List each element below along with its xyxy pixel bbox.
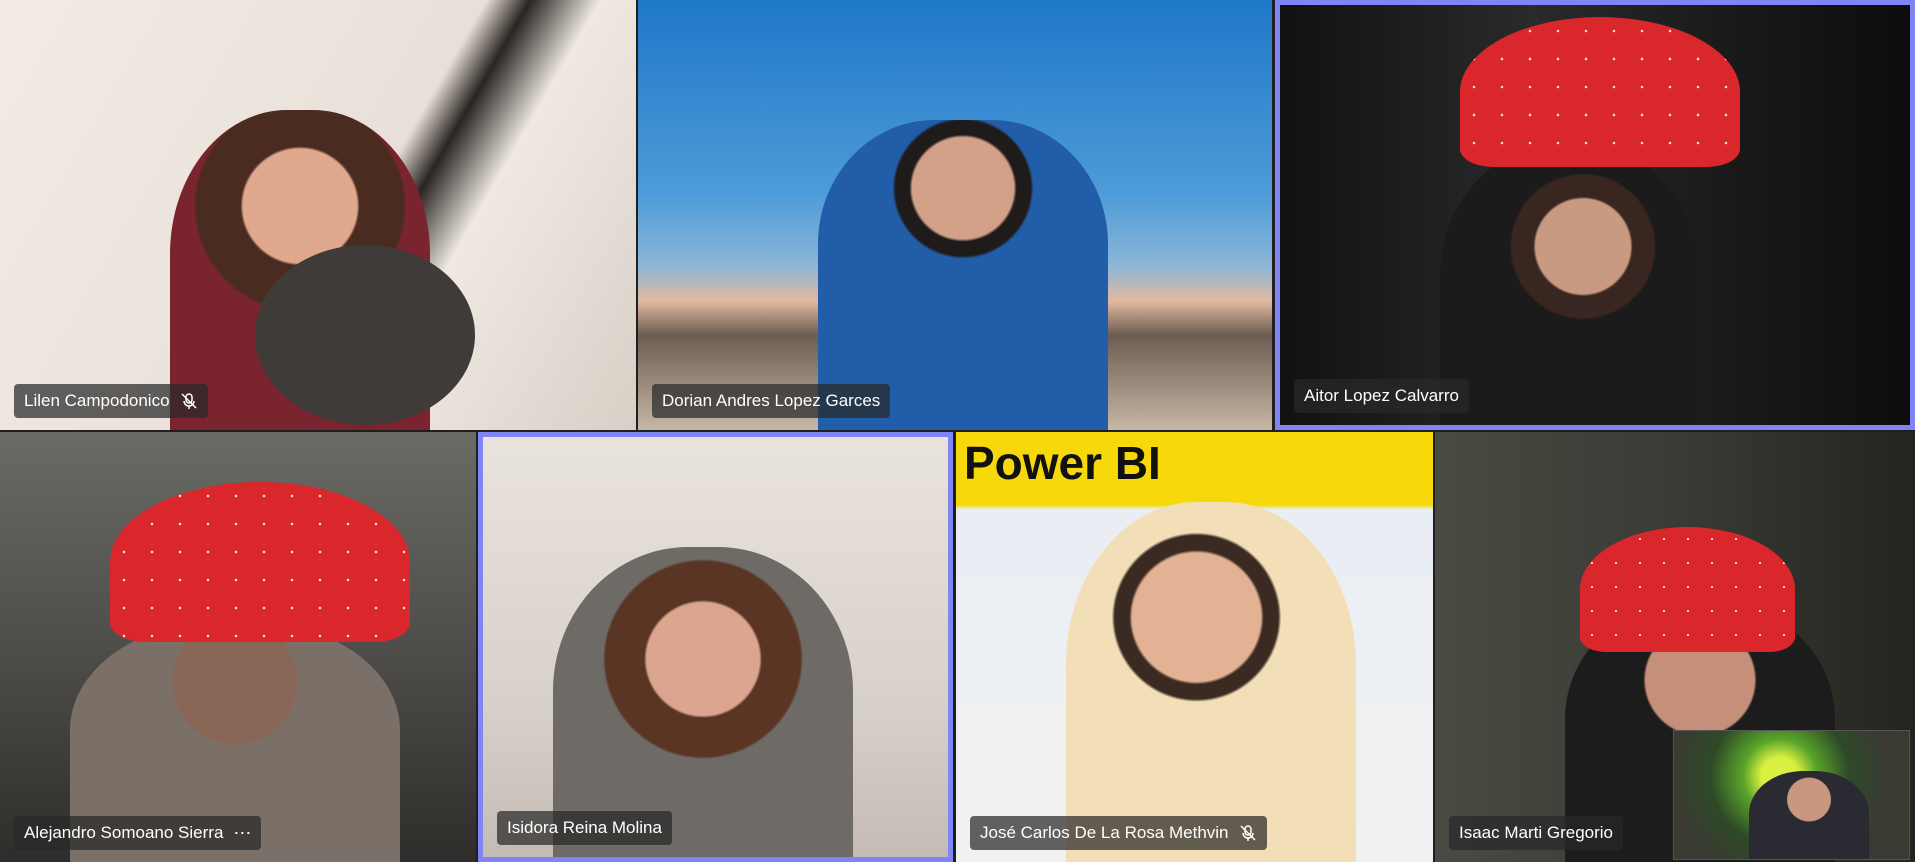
mushroom-hat-effect <box>110 482 410 642</box>
video-tile-isidora[interactable]: Isidora Reina Molina <box>478 432 953 862</box>
mic-off-icon <box>1239 824 1257 842</box>
video-tile-alejandro[interactable]: Alejandro Somoano Sierra ⋯ <box>0 432 476 862</box>
sloth-effect <box>255 245 475 425</box>
participant-namebar: Alejandro Somoano Sierra ⋯ <box>14 816 262 850</box>
more-options-icon[interactable]: ⋯ <box>233 823 251 843</box>
participant-name: Dorian Andres Lopez Garces <box>662 391 881 410</box>
participant-name: José Carlos De La Rosa Methvin <box>980 823 1229 842</box>
video-grid: Lilen Campodonico Dorian Andres Lopez Ga… <box>0 0 1915 862</box>
participant-namebar: Isaac Marti Gregorio <box>1449 816 1623 850</box>
video-tile-lilen[interactable]: Lilen Campodonico <box>0 0 636 430</box>
self-view[interactable] <box>1673 730 1910 860</box>
participant-namebar: Dorian Andres Lopez Garces <box>652 384 891 418</box>
mushroom-hat-effect <box>1460 17 1740 167</box>
powerbi-title: Power BI <box>964 437 1161 489</box>
video-tile-jose-carlos[interactable]: Power BI José Carlos De La Rosa Methvin <box>956 432 1433 862</box>
participant-namebar: Isidora Reina Molina <box>497 811 672 845</box>
self-participant-video <box>1749 771 1869 859</box>
participant-name: Isaac Marti Gregorio <box>1459 823 1613 842</box>
participant-video <box>1440 145 1700 425</box>
participant-name: Alejandro Somoano Sierra <box>24 823 224 842</box>
participant-name: Lilen Campodonico <box>24 391 170 410</box>
participant-video <box>1066 502 1356 862</box>
participant-namebar: Lilen Campodonico <box>14 384 208 418</box>
participant-namebar: José Carlos De La Rosa Methvin <box>970 816 1267 850</box>
participant-name: Isidora Reina Molina <box>507 818 662 837</box>
video-tile-dorian[interactable]: Dorian Andres Lopez Garces <box>638 0 1272 430</box>
video-tile-aitor[interactable]: Aitor Lopez Calvarro <box>1275 0 1915 430</box>
participant-namebar: Aitor Lopez Calvarro <box>1294 379 1469 413</box>
mushroom-hat-effect <box>1580 527 1795 652</box>
mic-off-icon <box>180 392 198 410</box>
participant-name: Aitor Lopez Calvarro <box>1304 386 1459 405</box>
